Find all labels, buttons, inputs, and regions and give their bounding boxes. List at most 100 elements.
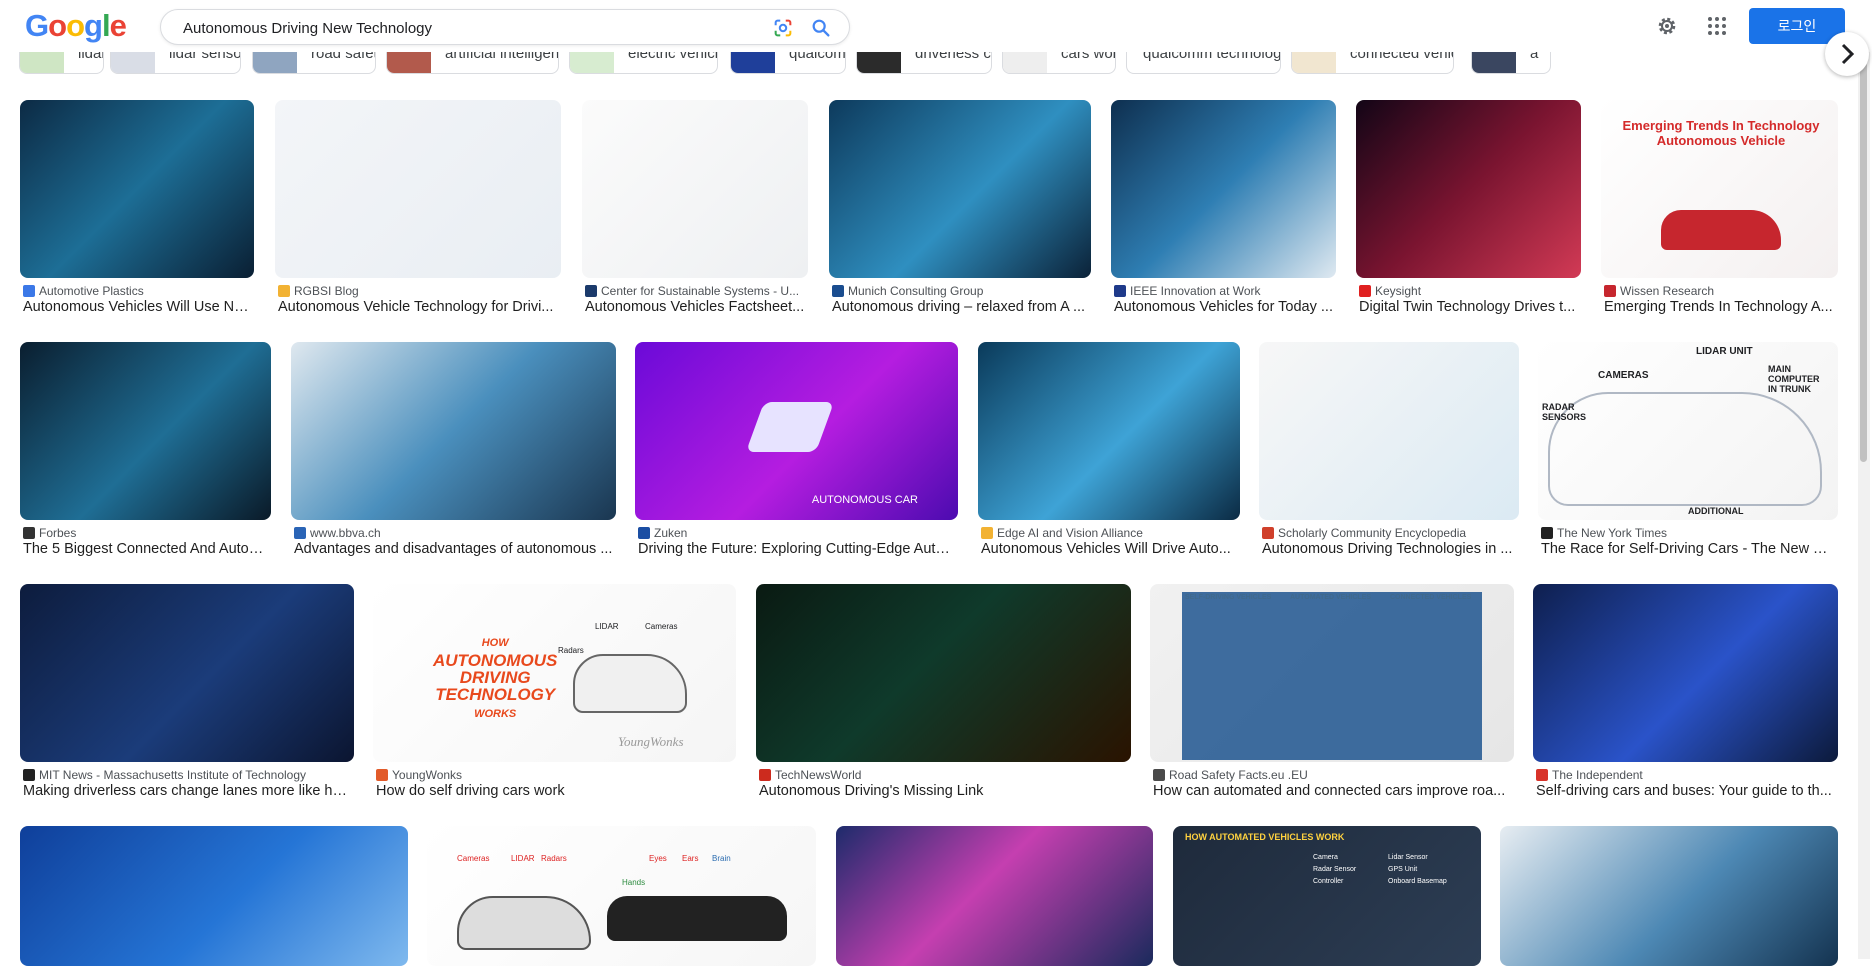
result-title[interactable]: How can automated and connected cars imp…: [1153, 783, 1511, 799]
result-thumbnail[interactable]: [291, 342, 616, 520]
site-favicon-icon: [23, 285, 35, 297]
result-source[interactable]: The Independent: [1536, 768, 1835, 782]
result-source[interactable]: The New York Times: [1541, 526, 1835, 540]
result-thumbnail[interactable]: [756, 584, 1131, 762]
result-source-name: Scholarly Community Encyclopedia: [1278, 526, 1467, 540]
result-title[interactable]: Autonomous Vehicles for Today ...: [1114, 299, 1333, 315]
image-label: Eyes: [649, 854, 667, 863]
result-thumbnail[interactable]: AUTONOMOUS CAR: [635, 342, 958, 520]
headline-line: TECHNOLOGY: [435, 685, 556, 704]
result-source[interactable]: Munich Consulting Group: [832, 284, 1088, 298]
result-title[interactable]: The Race for Self-Driving Cars - The New…: [1541, 541, 1835, 557]
result-source-name: The Independent: [1552, 768, 1643, 782]
result-title[interactable]: Autonomous Vehicles Will Drive Auto...: [981, 541, 1237, 557]
search-input[interactable]: [181, 10, 725, 46]
image-label: LIDAR: [511, 854, 535, 863]
image-headline: HOW AUTOMATED VEHICLES WORK: [1185, 832, 1345, 842]
apps-grid-icon[interactable]: [1705, 14, 1729, 38]
result-thumbnail[interactable]: [1356, 100, 1581, 278]
result-thumbnail[interactable]: [1500, 826, 1838, 966]
google-logo[interactable]: Google: [25, 8, 127, 44]
result-title[interactable]: Autonomous Vehicle Technology for Drivi.…: [278, 299, 558, 315]
result-source[interactable]: IEEE Innovation at Work: [1114, 284, 1333, 298]
car-illustration: [573, 654, 687, 713]
result-source[interactable]: Keysight: [1359, 284, 1578, 298]
scrollbar[interactable]: [1858, 52, 1870, 959]
result-source[interactable]: Edge AI and Vision Alliance: [981, 526, 1237, 540]
result-source[interactable]: TechNewsWorld: [759, 768, 1128, 782]
result-thumbnail[interactable]: [20, 826, 408, 966]
result-source[interactable]: YoungWonks: [376, 768, 733, 782]
logo-letter: e: [109, 8, 127, 43]
result-source[interactable]: Wissen Research: [1604, 284, 1835, 298]
legend-item: Camera: [1313, 854, 1338, 861]
result-source[interactable]: Scholarly Community Encyclopedia: [1262, 526, 1516, 540]
result-thumbnail[interactable]: [978, 342, 1240, 520]
result-thumbnail[interactable]: [836, 826, 1153, 966]
result-source-name: Road Safety Facts.eu .EU: [1169, 768, 1308, 782]
result-thumbnail[interactable]: LIDAR UNIT CAMERAS MAIN COMPUTER IN TRUNK R…: [1538, 342, 1838, 520]
result-source[interactable]: Automotive Plastics: [23, 284, 251, 298]
result-source[interactable]: Zuken: [638, 526, 955, 540]
site-favicon-icon: [1604, 285, 1616, 297]
result-thumbnail[interactable]: [20, 342, 271, 520]
result-thumbnail[interactable]: [1111, 100, 1336, 278]
result-title[interactable]: Self-driving cars and buses: Your guide …: [1536, 783, 1835, 799]
result-thumbnail[interactable]: HOW AUTONOMOUS DRIVING TECHNOLOGY WORKS LIDAR…: [373, 584, 736, 762]
logo-letter: o: [66, 8, 85, 43]
result-thumbnail[interactable]: Cameras LIDAR Radars Eyes Ears Brain Hands: [427, 826, 816, 966]
result-thumbnail[interactable]: [20, 584, 354, 762]
result-thumbnail[interactable]: SELF-DRIVING VEHICLESAUTOMATED VEHICLESC…: [1150, 584, 1514, 762]
image-label: LIDAR UNIT: [1696, 346, 1753, 357]
search-icon[interactable]: [810, 17, 832, 39]
result-title[interactable]: Autonomous Vehicles Factsheet...: [585, 299, 805, 315]
result-title[interactable]: Emerging Trends In Technology A...: [1604, 299, 1835, 315]
result-source[interactable]: Road Safety Facts.eu .EU: [1153, 768, 1511, 782]
result-title[interactable]: Making driverless cars change lanes more…: [23, 783, 351, 799]
scrollbar-thumb[interactable]: [1860, 62, 1867, 462]
result-thumbnail[interactable]: [1533, 584, 1838, 762]
site-favicon-icon: [1262, 527, 1274, 539]
google-lens-icon[interactable]: [772, 17, 794, 39]
image-label: ADDITIONAL: [1688, 506, 1744, 516]
site-favicon-icon: [278, 285, 290, 297]
result-thumbnail[interactable]: [20, 100, 254, 278]
result-source[interactable]: www.bbva.ch: [294, 526, 613, 540]
result-title[interactable]: Autonomous Driving's Missing Link: [759, 783, 1128, 799]
result-thumbnail[interactable]: Emerging Trends In Technology Autonomous…: [1601, 100, 1838, 278]
result-thumbnail[interactable]: HOW AUTOMATED VEHICLES WORK Camera Radar S…: [1173, 826, 1481, 966]
result-title[interactable]: Autonomous Driving Technologies in ...: [1262, 541, 1516, 557]
result-title[interactable]: How do self driving cars work: [376, 783, 733, 799]
result-title[interactable]: Digital Twin Technology Drives t...: [1359, 299, 1578, 315]
result-source[interactable]: Center for Sustainable Systems - U...: [585, 284, 805, 298]
result-thumbnail[interactable]: [1259, 342, 1519, 520]
result-thumbnail[interactable]: [275, 100, 561, 278]
gear-icon[interactable]: [1655, 14, 1679, 38]
result-title[interactable]: Driving the Future: Exploring Cutting-Ed…: [638, 541, 955, 557]
site-favicon-icon: [638, 527, 650, 539]
car-illustration: [745, 402, 835, 452]
result-title[interactable]: Autonomous driving – relaxed from A ...: [832, 299, 1088, 315]
legend-item: Lidar Sensor: [1388, 854, 1428, 861]
logo-letter: l: [101, 8, 111, 43]
image-watermark: YoungWonks: [618, 734, 684, 749]
result-title[interactable]: Advantages and disadvantages of autonomo…: [294, 541, 613, 557]
result-source[interactable]: RGBSI Blog: [278, 284, 558, 298]
image-label: RADAR SENSORS: [1542, 402, 1587, 422]
site-favicon-icon: [294, 527, 306, 539]
result-source-name: Zuken: [654, 526, 688, 540]
site-favicon-icon: [1153, 769, 1165, 781]
result-title[interactable]: Autonomous Vehicles Will Use Ne...: [23, 299, 251, 315]
result-source[interactable]: MIT News - Massachusetts Institute of Te…: [23, 768, 351, 782]
image-label: Cameras: [457, 854, 490, 863]
result-source[interactable]: Forbes: [23, 526, 268, 540]
top-bar: Google 로그인: [0, 0, 1872, 52]
result-source-name: YoungWonks: [392, 768, 463, 782]
result-thumbnail[interactable]: [829, 100, 1091, 278]
chips-next-button[interactable]: [1825, 32, 1869, 76]
result-source-name: MIT News - Massachusetts Institute of Te…: [39, 768, 307, 782]
result-thumbnail[interactable]: [582, 100, 808, 278]
result-source-name: RGBSI Blog: [294, 284, 359, 298]
headline-line: WORKS: [474, 708, 517, 720]
result-title[interactable]: The 5 Biggest Connected And Auton...: [23, 541, 268, 557]
